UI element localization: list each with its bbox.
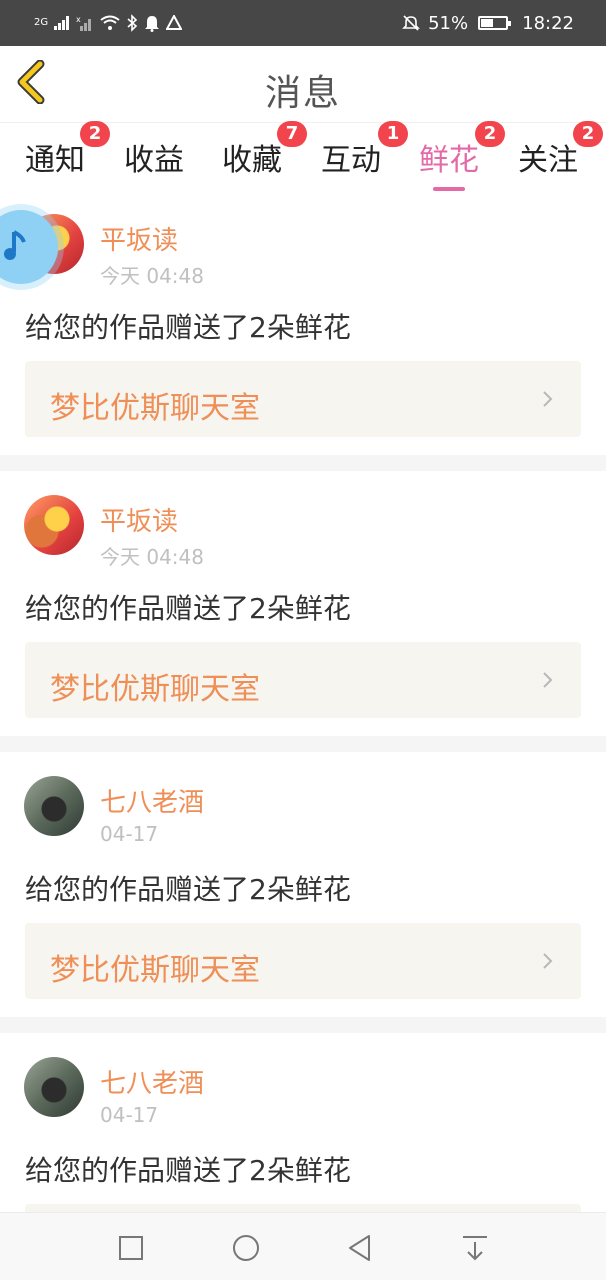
status-left-icons: 2G x — [34, 12, 183, 34]
message-time: 04-17 — [100, 822, 159, 846]
alert-triangle-icon — [166, 15, 183, 30]
battery-percent: 51% — [428, 12, 469, 34]
wifi-icon — [100, 15, 120, 30]
sender-name[interactable]: 平坂读 — [100, 501, 178, 538]
divider — [0, 1017, 606, 1033]
tab-interactions[interactable]: 互动 1 — [321, 121, 408, 179]
signal-icon — [54, 16, 70, 30]
message-text: 给您的作品赠送了2朵鲜花 — [25, 311, 351, 344]
message-item[interactable]: 七八老酒 04-17 给您的作品赠送了2朵鲜花 梦比优斯聊天室 — [0, 752, 606, 1018]
tab-label: 鲜花 — [419, 143, 479, 178]
message-text: 给您的作品赠送了2朵鲜花 — [25, 1154, 351, 1187]
tab-label: 互动 — [321, 143, 381, 178]
message-text: 给您的作品赠送了2朵鲜花 — [25, 592, 351, 625]
status-bar: 2G x 51% 18:22 — [0, 0, 606, 46]
chevron-right-icon — [543, 391, 553, 407]
unread-badge: 1 — [378, 121, 408, 147]
sender-name[interactable]: 七八老酒 — [100, 1063, 204, 1100]
tab-label: 收益 — [124, 143, 184, 178]
status-right-icons: 51% 18:22 — [402, 10, 574, 36]
message-time: 今天 04:48 — [100, 545, 204, 569]
divider — [0, 736, 606, 752]
message-item[interactable]: 平坂读 今天 04:48 给您的作品赠送了2朵鲜花 梦比优斯聊天室 — [0, 471, 606, 737]
bluetooth-icon — [127, 14, 138, 32]
tab-favorites[interactable]: 收藏 7 — [222, 121, 307, 179]
work-title: 梦比优斯聊天室 — [50, 672, 260, 707]
battery-fill — [481, 19, 494, 27]
music-note-icon — [4, 230, 26, 260]
tab-following[interactable]: 关注 2 — [518, 121, 603, 179]
no-signal-icon: x — [76, 15, 92, 31]
message-time: 04-17 — [100, 1103, 159, 1127]
work-title: 梦比优斯聊天室 — [50, 953, 260, 988]
unread-badge: 7 — [277, 121, 307, 147]
work-link-card[interactable]: 梦比优斯聊天室 — [25, 361, 581, 437]
message-time: 今天 04:48 — [100, 264, 204, 288]
home-icon[interactable] — [229, 1231, 263, 1265]
divider — [0, 455, 606, 471]
avatar[interactable] — [24, 495, 84, 555]
svg-text:x: x — [76, 15, 81, 24]
network-type-label: 2G — [34, 17, 49, 28]
avatar[interactable] — [24, 776, 84, 836]
work-title: 梦比优斯聊天室 — [50, 391, 260, 426]
mute-icon — [402, 15, 421, 31]
chevron-right-icon — [543, 672, 553, 688]
unread-badge: 2 — [573, 121, 603, 147]
tab-label: 收藏 — [222, 143, 282, 178]
tab-notifications[interactable]: 通知 2 — [25, 121, 110, 179]
work-link-card[interactable]: 梦比优斯聊天室 — [25, 923, 581, 999]
tab-bar: 通知 2 收益 收藏 7 互动 1 鲜花 2 关注 2 — [0, 121, 606, 191]
notification-pull-icon[interactable] — [458, 1231, 492, 1265]
header: 消息 — [0, 46, 606, 122]
system-nav-bar — [0, 1212, 606, 1280]
notification-bell-icon — [145, 16, 160, 32]
battery-icon — [478, 16, 512, 30]
message-text: 给您的作品赠送了2朵鲜花 — [25, 873, 351, 906]
tab-flowers[interactable]: 鲜花 2 — [419, 121, 505, 191]
tab-label: 通知 — [25, 143, 85, 178]
tab-label: 关注 — [518, 143, 578, 178]
message-item[interactable]: 平坂读 今天 04:48 给您的作品赠送了2朵鲜花 梦比优斯聊天室 — [0, 190, 606, 456]
unread-badge: 2 — [475, 121, 505, 147]
work-link-card[interactable]: 梦比优斯聊天室 — [25, 642, 581, 718]
chevron-right-icon — [543, 953, 553, 969]
page-title: 消息 — [264, 73, 341, 114]
clock: 18:22 — [522, 12, 574, 34]
back-icon[interactable] — [343, 1231, 377, 1265]
avatar[interactable] — [24, 1057, 84, 1117]
sender-name[interactable]: 平坂读 — [100, 220, 178, 257]
recent-apps-icon[interactable] — [114, 1231, 148, 1265]
unread-badge: 2 — [80, 121, 110, 147]
tab-earnings[interactable]: 收益 — [124, 135, 184, 179]
sender-name[interactable]: 七八老酒 — [100, 782, 204, 819]
